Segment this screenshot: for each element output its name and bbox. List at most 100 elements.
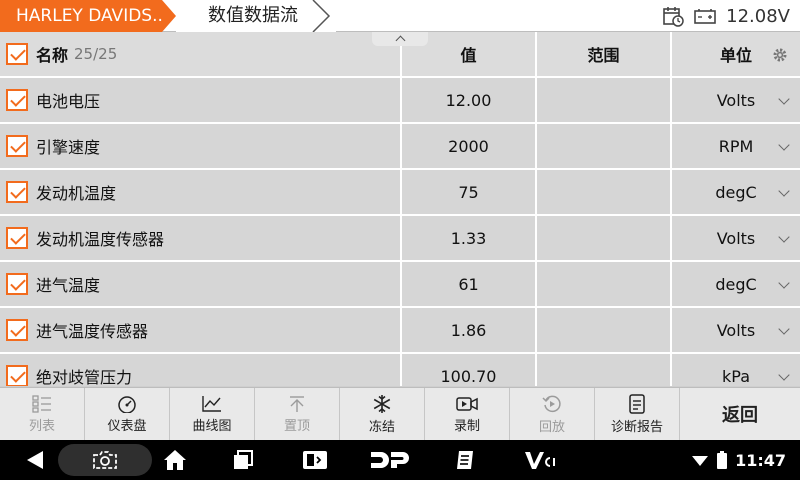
freeze-button[interactable]: 冻结 xyxy=(340,388,425,441)
row-range xyxy=(537,308,672,352)
table-row[interactable]: 进气温度 61 degC xyxy=(0,262,800,308)
recent-apps-button[interactable] xyxy=(228,440,258,480)
unit-dropdown[interactable]: degC xyxy=(672,170,800,214)
data-book-icon xyxy=(457,451,473,469)
unit-dropdown[interactable]: Volts xyxy=(672,308,800,352)
home-icon xyxy=(164,450,186,470)
row-unit: Volts xyxy=(716,320,756,340)
back-triangle-icon xyxy=(27,451,43,469)
table-row[interactable]: 绝对歧管压力 100.70 kPa xyxy=(0,354,800,386)
battery-icon xyxy=(694,9,716,24)
chevron-down-icon xyxy=(778,323,790,335)
table-row[interactable]: 发动机温度传感器 1.33 Volts xyxy=(0,216,800,262)
row-value: 75 xyxy=(402,170,537,214)
report-label: 诊断报告 xyxy=(610,420,663,435)
row-name-cell: 绝对歧管压力 xyxy=(0,354,402,386)
gauge-icon xyxy=(118,396,136,413)
back-nav-button[interactable] xyxy=(20,440,50,480)
row-checkbox[interactable] xyxy=(6,319,28,341)
pin-to-top-icon xyxy=(290,396,304,412)
row-checkbox[interactable] xyxy=(6,135,28,157)
battery-voltage: 12.08V xyxy=(726,5,790,27)
graph-button[interactable]: 曲线图 xyxy=(170,388,255,441)
back-button[interactable]: 返回 xyxy=(680,388,800,440)
list-icon xyxy=(32,395,51,413)
table-row[interactable]: 电池电压 12.00 Volts xyxy=(0,78,800,124)
unit-dropdown[interactable]: Volts xyxy=(672,216,800,260)
replay-icon xyxy=(542,395,561,413)
unit-dropdown[interactable]: RPM xyxy=(672,124,800,168)
vci-button[interactable] xyxy=(520,440,560,480)
row-unit: degC xyxy=(715,274,757,294)
unit-dropdown[interactable]: Volts xyxy=(672,78,800,122)
playback-label: 回放 xyxy=(538,420,565,435)
report-button[interactable]: 诊断报告 xyxy=(595,388,680,441)
table-row[interactable]: 发动机温度 75 degC xyxy=(0,170,800,216)
row-checkbox[interactable] xyxy=(6,89,28,111)
selected-count: 25/25 xyxy=(74,45,118,63)
screenshot-button[interactable] xyxy=(90,440,120,480)
gear-icon[interactable] xyxy=(772,47,788,63)
dashboard-button[interactable]: 仪表盘 xyxy=(85,388,170,441)
pin-top-label: 置顶 xyxy=(283,419,310,434)
dashboard-label: 仪表盘 xyxy=(107,419,147,434)
row-name-cell: 发动机温度 xyxy=(0,170,402,214)
row-name: 电池电压 xyxy=(36,92,101,111)
row-name: 进气温度传感器 xyxy=(36,322,149,341)
battery-full-icon xyxy=(717,451,728,469)
row-name-cell: 进气温度传感器 xyxy=(0,308,402,352)
bottom-toolbar: 列表 仪表盘 曲线图 置顶 冻结 录制 回放 诊断报告 返回 xyxy=(0,387,800,441)
row-unit: Volts xyxy=(716,228,756,248)
vci-switch-button[interactable] xyxy=(300,440,330,480)
row-name: 发动机温度传感器 xyxy=(36,230,165,249)
row-checkbox[interactable] xyxy=(6,365,28,386)
row-value: 1.33 xyxy=(402,216,537,260)
calendar-clock-icon[interactable] xyxy=(662,5,684,27)
pin-top-button[interactable]: 置顶 xyxy=(255,388,340,441)
row-name-cell: 进气温度 xyxy=(0,262,402,306)
vehicle-make-label: HARLEY DAVIDS... xyxy=(16,6,162,26)
status-area: 11:47 xyxy=(691,440,786,480)
row-value: 12.00 xyxy=(402,78,537,122)
chevron-down-icon xyxy=(778,277,790,289)
report-document-icon xyxy=(629,394,645,414)
data-stream-table: 名称 25/25 值 范围 单位 电池电压 12.00 Volts 引擎速度 2… xyxy=(0,32,800,386)
row-name-cell: 引擎速度 xyxy=(0,124,402,168)
collapse-handle[interactable] xyxy=(372,32,428,46)
list-button[interactable]: 列表 xyxy=(0,388,85,441)
table-row[interactable]: 进气温度传感器 1.86 Volts xyxy=(0,308,800,354)
row-unit: kPa xyxy=(722,366,750,386)
record-button[interactable]: 录制 xyxy=(425,388,510,441)
chevron-down-icon xyxy=(778,93,790,105)
row-range xyxy=(537,124,672,168)
data-manager-button[interactable] xyxy=(450,440,480,480)
row-checkbox[interactable] xyxy=(6,273,28,295)
row-value: 2000 xyxy=(402,124,537,168)
home-nav-button[interactable] xyxy=(160,440,190,480)
row-name: 绝对歧管压力 xyxy=(36,368,133,386)
line-chart-icon xyxy=(202,396,221,412)
playback-button[interactable]: 回放 xyxy=(510,388,595,441)
row-name-cell: 发动机温度传感器 xyxy=(0,216,402,260)
vehicle-make-tab[interactable]: HARLEY DAVIDS... xyxy=(0,0,176,32)
row-range xyxy=(537,170,672,214)
select-all-checkbox[interactable] xyxy=(6,43,28,65)
row-name: 进气温度 xyxy=(36,276,101,295)
unit-dropdown[interactable]: degC xyxy=(672,262,800,306)
system-clock: 11:47 xyxy=(735,450,786,470)
graph-label: 曲线图 xyxy=(192,419,232,434)
freeze-label: 冻结 xyxy=(368,420,395,435)
row-name-cell: 电池电压 xyxy=(0,78,402,122)
row-value: 1.86 xyxy=(402,308,537,352)
device-switch-icon xyxy=(303,451,327,469)
wifi-icon xyxy=(692,456,709,466)
video-record-icon xyxy=(456,397,478,411)
row-checkbox[interactable] xyxy=(6,181,28,203)
row-unit: degC xyxy=(715,182,757,202)
chevron-up-icon xyxy=(395,35,405,46)
table-row[interactable]: 引擎速度 2000 RPM xyxy=(0,124,800,170)
dp-button[interactable] xyxy=(368,440,412,480)
top-bar: HARLEY DAVIDS... 数值数据流 12.08V xyxy=(0,0,800,32)
unit-dropdown[interactable]: kPa xyxy=(672,354,800,386)
row-checkbox[interactable] xyxy=(6,227,28,249)
